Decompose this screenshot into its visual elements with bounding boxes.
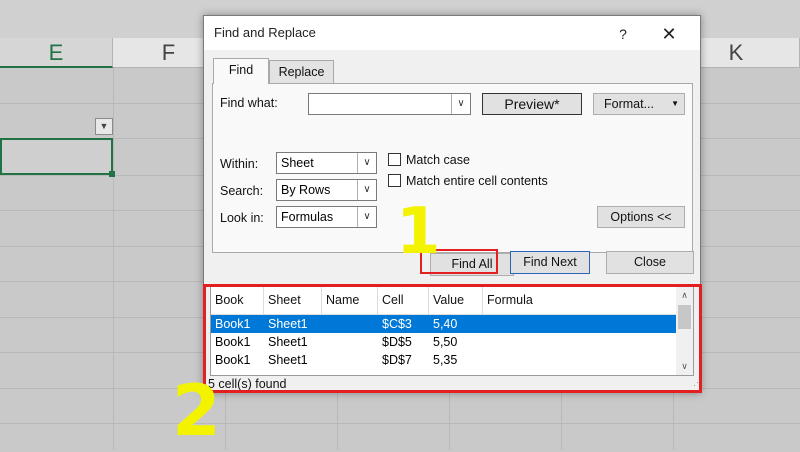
- find-what-label: Find what:: [220, 96, 278, 110]
- find-what-input[interactable]: ∨: [308, 93, 471, 115]
- format-button[interactable]: Format... ▼: [593, 93, 685, 115]
- look-in-value: Formulas: [281, 210, 334, 224]
- within-label: Within:: [220, 157, 259, 171]
- look-in-label: Look in:: [220, 211, 264, 225]
- find-next-button[interactable]: Find Next: [510, 251, 590, 274]
- column-header-e[interactable]: E: [0, 38, 113, 68]
- filter-dropdown-button[interactable]: ▼: [95, 118, 113, 135]
- dialog-title: Find and Replace: [214, 25, 316, 40]
- fill-handle[interactable]: [109, 171, 115, 177]
- search-value: By Rows: [281, 183, 331, 197]
- format-button-label: Format...: [604, 97, 655, 111]
- within-select[interactable]: Sheet ∨: [276, 152, 377, 174]
- tab-find[interactable]: Find: [213, 58, 269, 84]
- grid-line: [0, 423, 800, 424]
- selected-cell[interactable]: [0, 138, 113, 175]
- match-case-label[interactable]: Match case: [406, 153, 470, 167]
- tab-find-label: Find: [228, 63, 254, 77]
- within-value: Sheet: [281, 156, 314, 170]
- tab-replace-label: Replace: [278, 65, 325, 79]
- match-case-checkbox[interactable]: [388, 153, 401, 166]
- chevron-down-icon[interactable]: ∨: [357, 153, 376, 173]
- dialog-titlebar[interactable]: Find and Replace ? ✕: [204, 16, 700, 50]
- options-button[interactable]: Options <<: [597, 206, 685, 228]
- chevron-down-icon[interactable]: ∨: [357, 180, 376, 200]
- step-number-2: 2: [172, 370, 221, 452]
- search-select[interactable]: By Rows ∨: [276, 179, 377, 201]
- highlight-box-results: [203, 284, 702, 393]
- match-entire-cell-checkbox[interactable]: [388, 174, 401, 187]
- step-number-1: 1: [396, 195, 441, 269]
- preview-button[interactable]: Preview*: [482, 93, 582, 115]
- look-in-select[interactable]: Formulas ∨: [276, 206, 377, 228]
- match-entire-cell-label[interactable]: Match entire cell contents: [406, 174, 548, 188]
- chevron-down-icon[interactable]: ∨: [357, 207, 376, 227]
- tab-replace[interactable]: Replace: [269, 60, 334, 83]
- close-window-icon[interactable]: ✕: [652, 22, 686, 46]
- search-label: Search:: [220, 184, 264, 198]
- help-button[interactable]: ?: [609, 22, 637, 46]
- grid-line: [113, 68, 114, 450]
- chevron-down-icon[interactable]: ∨: [451, 94, 470, 114]
- close-button[interactable]: Close: [606, 251, 694, 274]
- dropdown-arrow-icon[interactable]: ▼: [671, 94, 679, 114]
